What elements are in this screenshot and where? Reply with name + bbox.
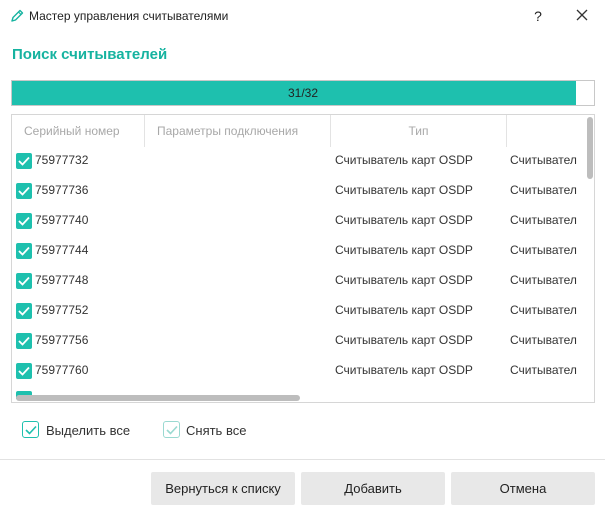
serial-number-cell: 75977740	[35, 213, 89, 227]
checkmark-icon	[25, 425, 37, 435]
table-row[interactable]: 75977748 Считыватель карт OSDP Считывател	[12, 266, 584, 296]
type-cell: Считыватель карт OSDP	[335, 273, 473, 287]
extra-cell: Считывател	[510, 213, 577, 227]
row-checkbox[interactable]	[16, 153, 32, 169]
add-button[interactable]: Добавить	[301, 472, 445, 505]
back-to-list-button[interactable]: Вернуться к списку	[151, 472, 295, 505]
checkmark-icon	[18, 336, 30, 346]
checkmark-icon	[18, 276, 30, 286]
extra-cell: Считывател	[510, 303, 577, 317]
checkmark-icon	[18, 366, 30, 376]
type-cell: Считыватель карт OSDP	[335, 303, 473, 317]
extra-cell: Считывател	[510, 183, 577, 197]
table-row[interactable]: 75977752 Считыватель карт OSDP Считывател	[12, 296, 584, 326]
serial-number-cell: 75977760	[35, 363, 89, 377]
window-title: Мастер управления считывателями	[29, 9, 229, 23]
type-cell: Считыватель карт OSDP	[335, 183, 473, 197]
select-all-label[interactable]: Выделить все	[46, 423, 130, 438]
row-checkbox[interactable]	[16, 303, 32, 319]
table-row[interactable]: 75977736 Считыватель карт OSDP Считывател	[12, 176, 584, 206]
title-bar: Мастер управления считывателями ?	[0, 0, 605, 32]
select-all-checkbox[interactable]	[22, 421, 39, 438]
cancel-button[interactable]: Отмена	[451, 472, 595, 505]
page-title: Поиск считывателей	[12, 46, 168, 63]
horizontal-scrollbar-thumb[interactable]	[16, 395, 300, 401]
help-button[interactable]: ?	[527, 5, 549, 27]
table-row[interactable]: 75977760 Считыватель карт OSDP Считывател	[12, 356, 584, 386]
table-row[interactable]: 75977732 Считыватель карт OSDP Считывател	[12, 146, 584, 176]
type-cell: Считыватель карт OSDP	[335, 213, 473, 227]
vertical-scrollbar-thumb[interactable]	[587, 117, 593, 179]
type-cell: Считыватель карт OSDP	[335, 243, 473, 257]
serial-number-cell: 75977752	[35, 303, 89, 317]
column-header-type[interactable]: Тип	[331, 115, 507, 147]
footer-divider	[0, 459, 605, 460]
horizontal-scrollbar[interactable]	[12, 393, 586, 402]
checkmark-icon	[18, 306, 30, 316]
checkmark-icon	[18, 186, 30, 196]
row-checkbox[interactable]	[16, 363, 32, 379]
row-checkbox[interactable]	[16, 243, 32, 259]
table-row[interactable]: 75977740 Считыватель карт OSDP Считывател	[12, 206, 584, 236]
serial-number-cell: 75977732	[35, 153, 89, 167]
row-checkbox[interactable]	[16, 213, 32, 229]
table-row[interactable]: 75977756 Считыватель карт OSDP Считывател	[12, 326, 584, 356]
pencil-icon	[9, 8, 25, 24]
extra-cell: Считывател	[510, 273, 577, 287]
serial-number-cell: 75977756	[35, 333, 89, 347]
table-row[interactable]: 75977744 Считыватель карт OSDP Считывател	[12, 236, 584, 266]
row-checkbox[interactable]	[16, 183, 32, 199]
type-cell: Считыватель карт OSDP	[335, 363, 473, 377]
checkmark-icon	[18, 246, 30, 256]
serial-number-cell: 75977736	[35, 183, 89, 197]
extra-cell: Считывател	[510, 153, 577, 167]
vertical-scrollbar[interactable]	[586, 115, 594, 402]
table-body: 75977732 Считыватель карт OSDP Считывател 7…	[12, 146, 584, 386]
deselect-all-checkbox[interactable]	[163, 421, 180, 438]
search-progress-bar: 31/32	[11, 80, 595, 106]
column-header-extra[interactable]	[507, 115, 584, 147]
serial-number-cell: 75977744	[35, 243, 89, 257]
type-cell: Считыватель карт OSDP	[335, 333, 473, 347]
checkmark-icon	[18, 156, 30, 166]
row-checkbox[interactable]	[16, 273, 32, 289]
serial-number-cell: 75977748	[35, 273, 89, 287]
progress-label: 31/32	[287, 86, 319, 100]
deselect-all-label[interactable]: Снять все	[186, 423, 246, 438]
readers-table: Серийный номер Параметры подключения Тип…	[11, 114, 595, 403]
type-cell: Считыватель карт OSDP	[335, 153, 473, 167]
extra-cell: Считывател	[510, 243, 577, 257]
row-checkbox[interactable]	[16, 333, 32, 349]
table-header: Серийный номер Параметры подключения Тип	[12, 115, 584, 147]
column-header-serial[interactable]: Серийный номер	[12, 115, 145, 147]
extra-cell: Считывател	[510, 363, 577, 377]
column-header-params[interactable]: Параметры подключения	[145, 115, 331, 147]
close-button[interactable]	[570, 5, 594, 27]
extra-cell: Считывател	[510, 333, 577, 347]
close-icon	[576, 9, 588, 21]
checkmark-icon	[18, 216, 30, 226]
checkmark-icon	[166, 425, 178, 435]
